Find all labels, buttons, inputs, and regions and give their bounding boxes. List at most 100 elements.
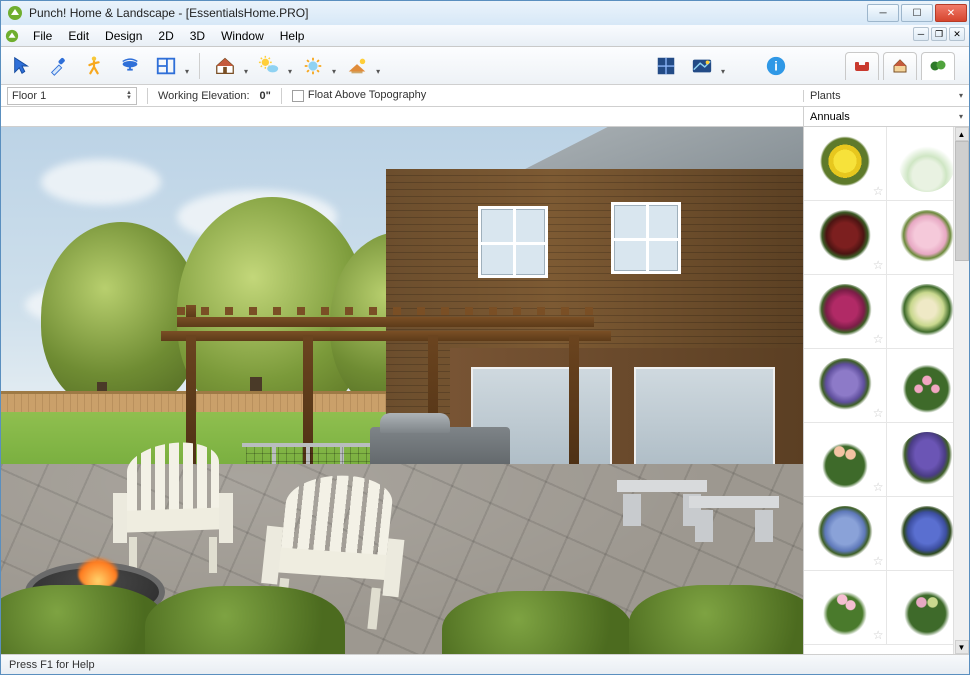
floorplan-tool[interactable] [151, 51, 181, 81]
library-scrollbar[interactable]: ▲ ▼ [953, 127, 969, 654]
library-item-purple-verbena[interactable]: ☆ [804, 349, 887, 423]
plant-thumbnail [899, 358, 955, 414]
menu-3d[interactable]: 3D [182, 27, 213, 45]
library-panel: ☆☆☆☆☆☆☆☆☆☆☆☆☆☆ ▲ ▼ [803, 127, 969, 654]
library-item-yellow-chrysanthemum[interactable]: ☆ [804, 127, 887, 201]
menu-help[interactable]: Help [272, 27, 313, 45]
doc-close-button[interactable]: ✕ [949, 27, 965, 41]
plant-thumbnail [817, 506, 873, 562]
working-elevation-label: Working Elevation: [158, 90, 250, 102]
library-item-blue-hydrangea[interactable]: ☆ [804, 497, 887, 571]
environment-tool[interactable] [254, 51, 284, 81]
dropdown-icon[interactable]: ▾ [376, 55, 380, 76]
checkbox-icon[interactable] [292, 90, 304, 102]
status-hint: Press F1 for Help [9, 659, 95, 671]
sub-options-bar: Annuals ▾ [1, 107, 969, 127]
home-style-tool[interactable] [210, 51, 240, 81]
scroll-down-button[interactable]: ▼ [955, 640, 969, 654]
options-bar: Floor 1 ▲▼ Working Elevation: 0" Float A… [1, 85, 969, 107]
menubar: File Edit Design 2D 3D Window Help ─ ❐ ✕ [1, 25, 969, 47]
scroll-up-button[interactable]: ▲ [955, 127, 969, 141]
menu-file[interactable]: File [25, 27, 60, 45]
plant-thumbnail [899, 210, 955, 266]
walkthrough-tool[interactable] [79, 51, 109, 81]
options-tool[interactable] [298, 51, 328, 81]
working-elevation-value[interactable]: 0" [260, 90, 271, 102]
library-tabs [797, 52, 963, 80]
library-category-selector[interactable]: Plants ▾ [803, 90, 969, 102]
pointer-tool[interactable] [7, 51, 37, 81]
menu-edit[interactable]: Edit [60, 27, 97, 45]
flyover-tool[interactable] [115, 51, 145, 81]
app-window: Punch! Home & Landscape - [EssentialsHom… [0, 0, 970, 675]
maximize-button[interactable]: ☐ [901, 4, 933, 22]
favorite-star-icon[interactable]: ☆ [873, 554, 884, 568]
favorite-star-icon[interactable]: ☆ [873, 258, 884, 272]
doc-restore-button[interactable]: ❐ [931, 27, 947, 41]
svg-text:i: i [774, 58, 778, 73]
3d-view-button[interactable] [687, 51, 717, 81]
library-grid: ☆☆☆☆☆☆☆☆☆☆☆☆☆☆ [804, 127, 969, 645]
plant-thumbnail [817, 358, 873, 414]
library-item-maroon-coleus[interactable]: ☆ [804, 201, 887, 275]
floor-selector[interactable]: Floor 1 ▲▼ [7, 87, 137, 105]
options-separator [147, 88, 148, 104]
minimize-button[interactable]: ─ [867, 4, 899, 22]
settings-icon [302, 55, 324, 77]
site-tool[interactable] [342, 51, 372, 81]
options-separator [281, 88, 282, 104]
plant-thumbnail [817, 136, 873, 192]
scroll-thumb[interactable] [955, 141, 969, 261]
walk-icon [83, 55, 105, 77]
favorite-star-icon[interactable]: ☆ [873, 184, 884, 198]
plant-thumbnail [899, 580, 955, 636]
plant-thumbnail [817, 284, 873, 340]
eyedropper-tool[interactable] [43, 51, 73, 81]
floorplan-view-button[interactable] [651, 51, 681, 81]
menu-design[interactable]: Design [97, 27, 150, 45]
plants-tab[interactable] [921, 52, 955, 80]
statusbar: Press F1 for Help [1, 654, 969, 674]
dropdown-icon[interactable]: ▾ [288, 55, 292, 76]
library-item-peach-roses[interactable]: ☆ [804, 423, 887, 497]
app-icon [7, 5, 23, 21]
menu-window[interactable]: Window [213, 27, 272, 45]
3d-viewport[interactable]: /*slats drawn below in plain divs*/ [1, 127, 803, 654]
favorite-star-icon[interactable]: ☆ [873, 406, 884, 420]
favorite-star-icon[interactable]: ☆ [873, 628, 884, 642]
furniture-tab[interactable] [845, 52, 879, 80]
spinner-icon[interactable]: ▲▼ [126, 91, 132, 101]
close-button[interactable]: ✕ [935, 4, 967, 22]
house-icon [214, 55, 236, 77]
view-3d-icon [691, 55, 713, 77]
toolbar: ▾ ▾ ▾ ▾ ▾ ▾ i [1, 47, 969, 85]
flyover-icon [119, 55, 141, 77]
weather-icon [258, 55, 280, 77]
dropdown-icon[interactable]: ▾ [721, 55, 725, 76]
window-title: Punch! Home & Landscape - [EssentialsHom… [29, 6, 867, 20]
eyedropper-icon [47, 55, 69, 77]
plant-thumbnail [817, 580, 873, 636]
plant-thumbnail [899, 432, 955, 488]
doc-minimize-button[interactable]: ─ [913, 27, 929, 41]
dropdown-icon[interactable]: ▾ [332, 55, 336, 76]
house-library-tab[interactable] [883, 52, 917, 80]
dropdown-icon[interactable]: ▾ [185, 55, 189, 76]
float-label: Float Above Topography [308, 89, 426, 101]
plant-thumbnail [817, 210, 873, 266]
info-button[interactable]: i [761, 51, 791, 81]
library-item-magenta-petunia[interactable]: ☆ [804, 275, 887, 349]
dropdown-icon[interactable]: ▾ [244, 55, 248, 76]
titlebar[interactable]: Punch! Home & Landscape - [EssentialsHom… [1, 1, 969, 25]
floorplan-icon [155, 55, 177, 77]
library-category-label: Plants [810, 90, 841, 102]
house-tab-icon [892, 58, 908, 74]
library-item-pink-cosmos[interactable]: ☆ [804, 571, 887, 645]
main-area: /*slats drawn below in plain divs*/ [1, 127, 969, 654]
favorite-star-icon[interactable]: ☆ [873, 480, 884, 494]
scene-chair [113, 443, 233, 573]
library-subcategory-selector[interactable]: Annuals ▾ [803, 107, 969, 126]
float-topography-checkbox[interactable]: Float Above Topography [292, 89, 426, 101]
favorite-star-icon[interactable]: ☆ [873, 332, 884, 346]
menu-2d[interactable]: 2D [150, 27, 181, 45]
